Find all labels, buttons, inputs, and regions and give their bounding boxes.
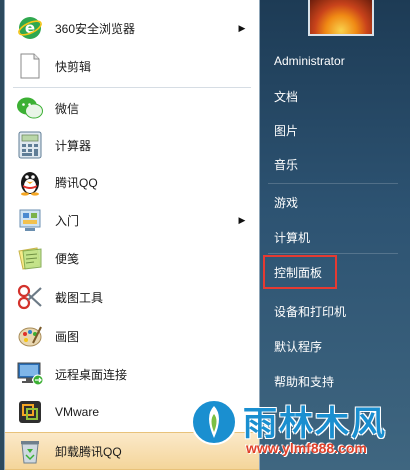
program-label: 计算器 (55, 138, 92, 153)
blank-document-icon (15, 51, 45, 81)
program-label: 入门 (55, 213, 80, 228)
program-item-remote-desktop[interactable]: 远程桌面连接 (5, 356, 259, 392)
right-item-default-programs[interactable]: 默认程序 (268, 332, 398, 362)
program-label: 截图工具 (55, 290, 104, 305)
wechat-icon (15, 93, 45, 123)
paint-palette-icon (15, 321, 45, 351)
program-label: 便笺 (55, 251, 80, 266)
right-item-devices-printers[interactable]: 设备和打印机 (268, 297, 398, 327)
submenu-arrow-icon: ▶ (238, 22, 246, 33)
menu-separator (13, 87, 251, 88)
program-item-getting-started[interactable]: 入门 ▶ (5, 202, 259, 238)
right-item-administrator[interactable]: Administrator (268, 46, 398, 76)
program-label: 画图 (55, 329, 80, 344)
right-item-music[interactable]: 音乐 (268, 150, 398, 180)
watermark-logo-icon (190, 398, 238, 446)
right-item-help-support[interactable]: 帮助和支持 (268, 367, 398, 397)
program-label: 远程桌面连接 (55, 367, 128, 382)
right-item-pictures[interactable]: 图片 (268, 116, 398, 146)
right-item-games[interactable]: 游戏 (268, 188, 398, 218)
watermark-url: www.ylmf888.com (246, 440, 367, 456)
program-label: 360安全浏览器 (55, 21, 136, 36)
sticky-notes-icon (15, 243, 45, 273)
vmware-icon (15, 397, 45, 427)
calculator-icon (15, 130, 45, 160)
remote-desktop-icon (15, 359, 45, 389)
right-item-documents[interactable]: 文档 (268, 82, 398, 112)
program-item-kuaijianji[interactable]: 快剪辑 (5, 48, 259, 84)
menu-separator (268, 183, 398, 184)
control-panel-highlight-box (263, 255, 337, 289)
right-item-computer[interactable]: 计算机 (268, 223, 398, 253)
recycle-bin-icon (15, 436, 45, 466)
menu-separator (268, 253, 398, 254)
user-avatar[interactable] (308, 0, 374, 36)
program-item-wechat[interactable]: 微信 (5, 90, 259, 126)
program-item-calculator[interactable]: 计算器 (5, 127, 259, 163)
program-item-360-browser[interactable]: e 360安全浏览器 ▶ (5, 10, 259, 46)
program-item-qq[interactable]: 腾讯QQ (5, 164, 259, 200)
program-item-paint[interactable]: 画图 (5, 318, 259, 354)
program-item-snipping-tool[interactable]: 截图工具 (5, 279, 259, 315)
qq-penguin-icon (15, 167, 45, 197)
watermark-title: 雨林木风 (243, 404, 387, 444)
program-label: 微信 (55, 101, 80, 116)
program-item-sticky-notes[interactable]: 便笺 (5, 240, 259, 276)
snipping-tool-icon (15, 282, 45, 312)
program-label: 腾讯QQ (55, 175, 98, 190)
ie-browser-icon: e (15, 13, 45, 43)
getting-started-icon (15, 205, 45, 235)
submenu-arrow-icon: ▶ (238, 214, 246, 225)
program-label: 快剪辑 (55, 59, 92, 74)
